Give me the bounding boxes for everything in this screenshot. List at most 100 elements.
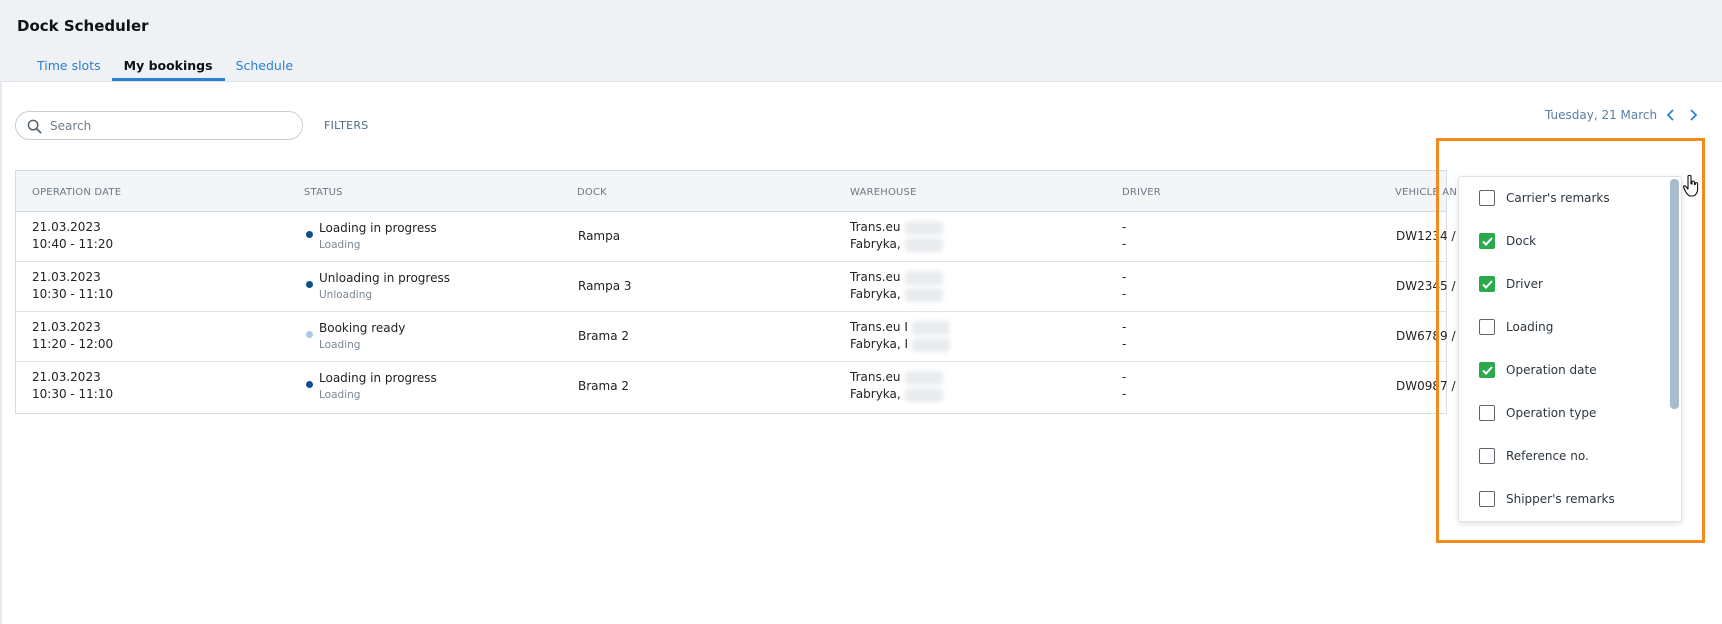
checkbox[interactable]: [1479, 233, 1495, 249]
status-label: Loading in progress: [319, 221, 437, 235]
column-header-status[interactable]: STATUS: [304, 187, 343, 198]
status-cell: Loading in progress Loading: [306, 212, 546, 262]
table-row[interactable]: 21.03.2023 10:30 - 11:10 Loading in prog…: [16, 362, 1464, 412]
redacted-text: [904, 237, 943, 252]
driver-phone: -: [1122, 237, 1127, 251]
option-label: Reference no.: [1506, 449, 1589, 463]
driver-cell: - -: [1122, 269, 1126, 303]
driver-cell: - -: [1122, 319, 1126, 353]
app-title: Dock Scheduler: [17, 17, 149, 35]
warehouse-cell: Trans.eu Fabryka,: [850, 219, 943, 253]
date-text: 21.03.2023: [32, 370, 101, 384]
driver-cell: - -: [1122, 219, 1126, 253]
redacted-text: [904, 370, 943, 385]
driver-name: -: [1122, 270, 1127, 284]
filters-button[interactable]: FILTERS: [324, 119, 369, 132]
column-header-driver[interactable]: DRIVER: [1122, 187, 1161, 198]
table-row[interactable]: 21.03.2023 11:20 - 12:00 Booking ready L…: [16, 312, 1464, 362]
warehouse-location: Fabryka,: [850, 287, 901, 301]
column-picker-dropdown: Carrier's remarks Dock Driver Loading Op…: [1458, 176, 1682, 522]
operation-date-cell: 21.03.2023 11:20 - 12:00: [32, 319, 113, 353]
table-row[interactable]: 21.03.2023 10:40 - 11:20 Loading in prog…: [16, 212, 1464, 262]
warehouse-name: Trans.eu: [850, 220, 901, 234]
checkbox[interactable]: [1479, 362, 1495, 378]
tab-bar: Time slots My bookings Schedule: [26, 58, 304, 81]
column-header-dock[interactable]: DOCK: [577, 187, 607, 198]
current-date: Tuesday, 21 March: [1545, 108, 1658, 122]
status-label: Booking ready: [319, 321, 406, 335]
dock-cell: Rampa 3: [578, 279, 632, 293]
checkbox[interactable]: [1479, 190, 1495, 206]
column-option-operation-type[interactable]: Operation type: [1479, 403, 1596, 423]
tab-schedule[interactable]: Schedule: [225, 58, 304, 80]
column-option-loading[interactable]: Loading: [1479, 317, 1553, 337]
warehouse-location: Fabryka, I: [850, 337, 909, 351]
status-dot: [306, 331, 313, 338]
column-option-driver[interactable]: Driver: [1479, 274, 1543, 294]
driver-name: -: [1122, 320, 1127, 334]
column-option-dock[interactable]: Dock: [1479, 231, 1536, 251]
driver-name: -: [1122, 220, 1127, 234]
checkbox[interactable]: [1479, 276, 1495, 292]
option-label: Driver: [1506, 277, 1543, 291]
redacted-text: [912, 337, 951, 352]
scrollbar-thumb[interactable]: [1670, 179, 1679, 409]
table-row[interactable]: 21.03.2023 10:30 - 11:10 Unloading in pr…: [16, 262, 1464, 312]
dock-cell: Brama 2: [578, 329, 630, 343]
status-cell: Booking ready Loading: [306, 312, 546, 362]
driver-phone: -: [1122, 287, 1127, 301]
left-border: [0, 82, 2, 624]
bookings-table: OPERATION DATE STATUS DOCK WAREHOUSE DRI…: [15, 170, 1465, 414]
column-option-reference-no[interactable]: Reference no.: [1479, 446, 1589, 466]
dock-cell: Rampa: [578, 229, 621, 243]
warehouse-name: Trans.eu I: [850, 320, 908, 334]
status-label: Loading in progress: [319, 371, 437, 385]
redacted-text: [904, 220, 943, 235]
option-label: Shipper's remarks: [1506, 492, 1615, 506]
redacted-text: [904, 387, 943, 402]
status-label: Unloading in progress: [319, 271, 450, 285]
dock-cell: Brama 2: [578, 379, 630, 393]
operation-date-cell: 21.03.2023 10:30 - 11:10: [32, 269, 113, 303]
table-header: OPERATION DATE STATUS DOCK WAREHOUSE DRI…: [16, 171, 1465, 212]
operation-type-label: Loading: [319, 239, 361, 251]
option-label: Operation type: [1506, 406, 1597, 420]
warehouse-cell: Trans.eu I Fabryka, I: [850, 319, 951, 353]
column-option-shippers-remarks[interactable]: Shipper's remarks: [1479, 489, 1615, 509]
chevron-left-icon[interactable]: [1663, 107, 1679, 123]
warehouse-name: Trans.eu: [850, 370, 901, 384]
column-option-carriers-remarks[interactable]: Carrier's remarks: [1479, 188, 1610, 208]
search-box[interactable]: [15, 111, 303, 140]
tab-my-bookings[interactable]: My bookings: [111, 58, 225, 81]
option-label: Dock: [1506, 234, 1537, 248]
app-header: Dock Scheduler Time slots My bookings Sc…: [0, 0, 1722, 82]
operation-date-cell: 21.03.2023 10:30 - 11:10: [32, 369, 113, 403]
driver-cell: - -: [1122, 369, 1126, 403]
checkbox[interactable]: [1479, 319, 1495, 335]
time-text: 11:20 - 12:00: [32, 337, 114, 351]
tab-time-slots[interactable]: Time slots: [26, 58, 112, 80]
column-header-warehouse[interactable]: WAREHOUSE: [850, 187, 917, 198]
warehouse-cell: Trans.eu Fabryka,: [850, 269, 943, 303]
warehouse-location: Fabryka,: [850, 387, 901, 401]
chevron-right-icon[interactable]: [1685, 107, 1701, 123]
date-navigator: Tuesday, 21 March: [1545, 107, 1701, 123]
status-dot: [306, 381, 313, 388]
time-text: 10:30 - 11:10: [32, 287, 114, 301]
status-text: Booking ready Loading: [319, 320, 405, 353]
operation-type-label: Unloading: [319, 289, 373, 301]
status-text: Loading in progress Loading: [319, 220, 437, 253]
date-text: 21.03.2023: [32, 270, 101, 284]
redacted-text: [904, 270, 943, 285]
column-option-operation-date[interactable]: Operation date: [1479, 360, 1597, 380]
checkbox[interactable]: [1479, 448, 1495, 464]
date-text: 21.03.2023: [32, 320, 101, 334]
operation-type-label: Loading: [319, 339, 361, 351]
search-input[interactable]: [50, 117, 290, 135]
status-dot: [306, 231, 313, 238]
column-header-operation-date[interactable]: OPERATION DATE: [32, 187, 121, 198]
checkbox[interactable]: [1479, 491, 1495, 507]
checkbox[interactable]: [1479, 405, 1495, 421]
option-label: Carrier's remarks: [1506, 191, 1610, 205]
status-text: Loading in progress Loading: [319, 370, 437, 403]
